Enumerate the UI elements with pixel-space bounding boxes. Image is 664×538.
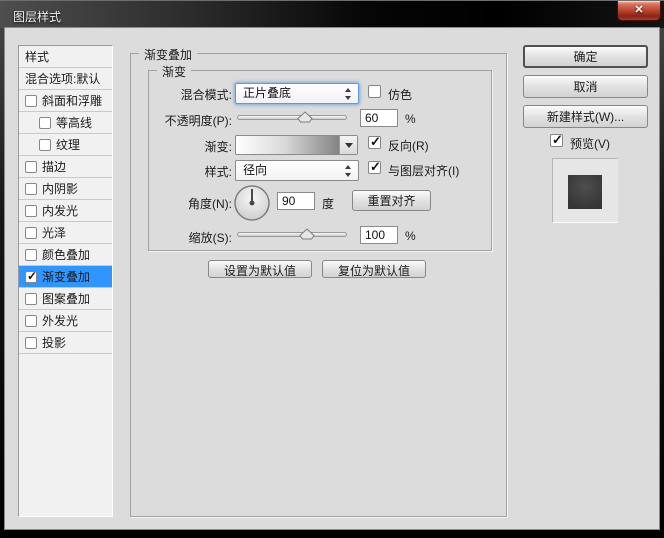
sidebar-item-styles[interactable]: 样式	[19, 46, 112, 68]
checkbox-icon[interactable]	[25, 160, 37, 173]
sidebar-item-label: 外发光	[42, 314, 79, 328]
sidebar-item-pattern-overlay[interactable]: 图案叠加	[19, 288, 112, 310]
checkbox-icon[interactable]	[25, 248, 37, 261]
ok-button[interactable]: 确定	[523, 45, 648, 68]
new-style-button[interactable]: 新建样式(W)...	[523, 105, 648, 128]
window-title: 图层样式	[13, 10, 62, 24]
checkbox-icon[interactable]	[25, 314, 37, 327]
blend-mode-value: 正片叠底	[243, 86, 292, 100]
blend-mode-label: 混合模式:	[180, 88, 232, 102]
angle-dial[interactable]	[233, 184, 271, 222]
sidebar-item-outer-glow[interactable]: 外发光	[19, 310, 112, 332]
opacity-slider-track[interactable]	[237, 115, 347, 120]
sidebar-item-drop-shadow[interactable]: 投影	[19, 332, 112, 354]
dither-checkbox[interactable]	[368, 85, 381, 98]
opacity-label: 不透明度(P):	[164, 114, 232, 128]
group-legend: 渐变叠加	[139, 46, 198, 63]
checkbox-icon[interactable]	[25, 204, 37, 217]
sidebar-item-label: 样式	[25, 50, 50, 64]
checkbox-checked-icon[interactable]	[25, 269, 37, 283]
opacity-input[interactable]	[360, 109, 398, 127]
blend-mode-select[interactable]: 正片叠底	[235, 83, 359, 104]
checkbox-icon[interactable]	[25, 182, 37, 195]
angle-dial-icon	[234, 185, 270, 221]
slider-thumb-icon	[299, 228, 315, 240]
cancel-button[interactable]: 取消	[523, 75, 648, 98]
set-as-default-button[interactable]: 设置为默认值	[208, 260, 312, 278]
reverse-label: 反向(R)	[388, 139, 429, 153]
scale-input[interactable]	[360, 226, 398, 244]
scale-label: 缩放(S):	[188, 231, 232, 245]
scale-unit: %	[405, 229, 416, 243]
style-preview-box	[552, 158, 618, 223]
checkbox-icon[interactable]	[25, 226, 37, 239]
sidebar-item-label: 投影	[42, 336, 67, 350]
style-value: 径向	[243, 163, 268, 177]
titlebar[interactable]: 图层样式 ✕	[0, 0, 664, 28]
checkbox-icon[interactable]	[25, 336, 37, 349]
angle-input[interactable]	[277, 192, 315, 210]
sidebar-item-label: 混合选项:默认	[25, 72, 101, 86]
style-preview-swatch	[568, 175, 602, 209]
opacity-slider-thumb[interactable]	[297, 110, 313, 123]
style-select[interactable]: 径向	[235, 160, 359, 181]
slider-thumb-icon	[297, 111, 313, 123]
close-button[interactable]: ✕	[617, 1, 661, 21]
layer-style-dialog: 图层样式 ✕ 样式 混合选项:默认 斜面和浮雕 等高线 纹理 描边 内阴影 内发…	[0, 0, 664, 538]
align-with-layer-label: 与图层对齐(I)	[388, 164, 460, 178]
preview-checkbox[interactable]	[550, 132, 563, 148]
checkbox-icon[interactable]	[25, 94, 37, 107]
dialog-client-area: 样式 混合选项:默认 斜面和浮雕 等高线 纹理 描边 内阴影 内发光 光泽 颜色…	[5, 28, 659, 529]
reset-alignment-button[interactable]: 重置对齐	[352, 190, 431, 211]
sidebar-item-label: 渐变叠加	[42, 270, 91, 284]
opacity-unit: %	[405, 112, 416, 126]
sidebar-item-gradient-overlay[interactable]: 渐变叠加	[19, 266, 112, 288]
checkbox-icon[interactable]	[25, 292, 37, 305]
reset-to-default-button[interactable]: 复位为默认值	[322, 260, 426, 278]
close-icon: ✕	[634, 4, 644, 16]
updown-arrows-icon	[345, 88, 352, 100]
reverse-checkbox[interactable]	[368, 134, 381, 150]
updown-arrows-icon	[345, 165, 352, 177]
align-with-layer-checkbox[interactable]	[368, 159, 381, 175]
scale-slider-thumb[interactable]	[299, 227, 315, 240]
subgroup-legend: 渐变	[157, 63, 192, 80]
sidebar-item-label: 颜色叠加	[42, 248, 91, 262]
style-label: 样式:	[204, 165, 232, 179]
dither-label: 仿色	[388, 88, 413, 102]
scale-slider-track[interactable]	[237, 232, 347, 237]
gradient-preview-well[interactable]	[235, 135, 358, 155]
preview-label: 预览(V)	[570, 137, 610, 151]
angle-unit: 度	[322, 197, 335, 211]
sidebar-item-label: 图案叠加	[42, 292, 91, 306]
angle-label: 角度(N):	[188, 197, 232, 211]
gradient-label: 渐变:	[204, 140, 232, 154]
dropdown-arrow-icon[interactable]	[339, 136, 357, 154]
sidebar-item-color-overlay[interactable]: 颜色叠加	[19, 244, 112, 266]
